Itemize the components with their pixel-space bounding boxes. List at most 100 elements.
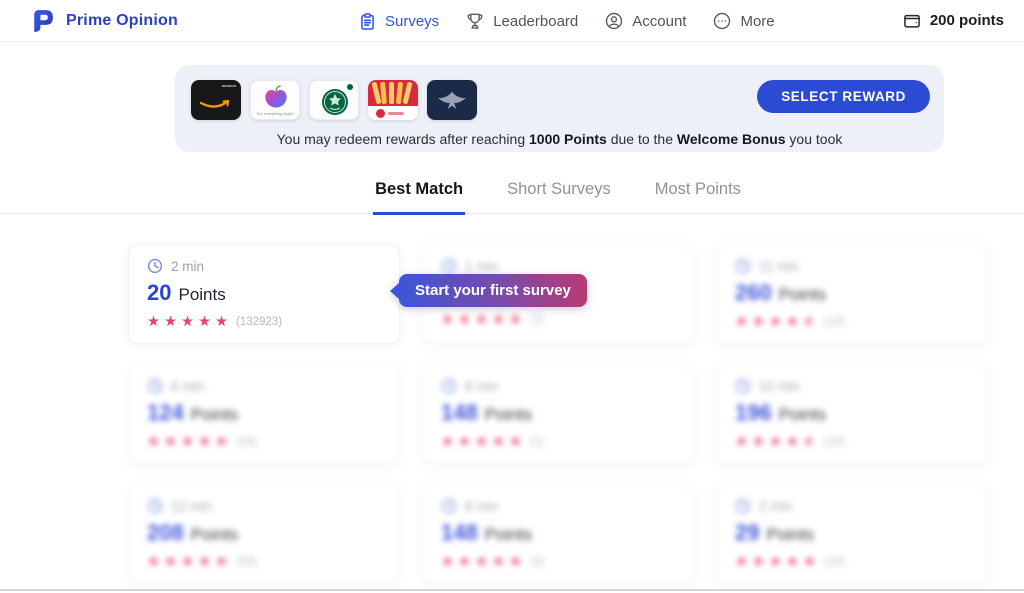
star-icon: ★ — [198, 314, 211, 330]
points-unit: Points — [485, 525, 532, 545]
reward-banner: amazon For everything Apple — [175, 65, 944, 152]
star-icon: ★ — [735, 554, 748, 570]
star-rating: ★★★★★ — [441, 553, 526, 571]
star-icon: ★ — [458, 434, 471, 450]
tab-most-points[interactable]: Most Points — [653, 174, 743, 213]
survey-card[interactable]: 10 min 196 Points ★★★★★ (16) — [716, 364, 988, 464]
survey-card[interactable]: 11 min 260 Points ★★★★★ (14) — [716, 244, 988, 344]
points-value: 148 — [441, 520, 478, 546]
points-unit: Points — [779, 405, 826, 425]
star-rating: ★★★★★ — [147, 433, 232, 451]
star-icon: ★ — [215, 554, 228, 570]
review-count: (16) — [236, 436, 256, 448]
nav-item-more[interactable]: More — [712, 11, 774, 31]
survey-card[interactable]: 8 min 148 Points ★★★★★ (3) — [422, 484, 694, 584]
nav-label: More — [740, 13, 774, 30]
star-icon: ★ — [509, 312, 522, 328]
time-label: 2 min — [759, 499, 792, 514]
nav-label: Surveys — [385, 13, 439, 30]
review-count: (1) — [530, 436, 544, 448]
survey-rating: ★★★★★ (14) — [735, 313, 969, 331]
redeem-points-threshold: 1000 Points — [529, 131, 607, 147]
points-widget[interactable]: 200 points — [902, 11, 1004, 31]
brand-name: Prime Opinion — [66, 12, 178, 30]
clock-icon — [735, 498, 751, 514]
review-count: (16) — [824, 556, 844, 568]
nav-item-surveys[interactable]: Surveys — [358, 12, 439, 31]
survey-card[interactable]: 2 min 29 Points ★★★★★ (16) — [716, 484, 988, 584]
starbucks-badge — [347, 84, 353, 90]
star-icon: ★ — [769, 554, 782, 570]
survey-points: 260 Points — [735, 280, 969, 306]
star-icon: ★ — [752, 314, 765, 330]
survey-card[interactable]: 12 min 208 Points ★★★★★ (33) — [128, 484, 400, 584]
time-label: 1 min — [465, 259, 498, 274]
survey-time: 8 min — [147, 378, 381, 394]
tooltip-text: Start your first survey — [399, 274, 587, 307]
wallet-icon — [902, 11, 922, 31]
apple-logo-icon — [251, 81, 300, 115]
survey-rating: ★★★★★ (16) — [147, 433, 381, 451]
review-count: (33) — [236, 556, 256, 568]
star-icon: ★ — [786, 314, 799, 330]
survey-card[interactable]: 8 min 124 Points ★★★★★ (16) — [128, 364, 400, 464]
star-icon: ★ — [147, 314, 160, 330]
nav-item-leaderboard[interactable]: Leaderboard — [465, 11, 578, 31]
main-nav: Surveys Leaderboard Account — [358, 0, 775, 42]
tooltip-arrow-icon — [390, 283, 399, 299]
survey-time: 1 min — [441, 258, 675, 274]
tab-bar: Best Match Short Surveys Most Points — [0, 174, 1024, 214]
review-count: (3) — [530, 314, 544, 326]
survey-rating: ★★★★★ (33) — [147, 553, 381, 571]
account-icon — [604, 11, 624, 31]
points-unit: Points — [178, 285, 225, 305]
survey-rating: ★★★★★ (16) — [735, 433, 969, 451]
fries-card-footer — [368, 106, 418, 120]
app-header: Prime Opinion Surveys Lea — [0, 0, 1024, 42]
points-balance-label: 200 points — [930, 12, 1004, 29]
starbucks-gift-card — [309, 80, 359, 120]
star-icon: ★ — [458, 312, 471, 328]
select-reward-button[interactable]: SELECT REWARD — [757, 80, 930, 113]
survey-points: 148 Points — [441, 400, 675, 426]
time-label: 8 min — [171, 379, 204, 394]
clock-icon — [441, 498, 457, 514]
survey-points: 29 Points — [735, 520, 969, 546]
star-icon: ★ — [752, 434, 765, 450]
time-label: 8 min — [465, 499, 498, 514]
clock-icon — [735, 258, 751, 274]
star-icon: ★ — [492, 434, 505, 450]
survey-time: 2 min — [147, 258, 381, 274]
nav-label: Account — [632, 13, 686, 30]
star-icon: ★ — [441, 434, 454, 450]
time-label: 12 min — [171, 499, 212, 514]
clock-icon — [441, 378, 457, 394]
star-icon: ★ — [475, 434, 488, 450]
survey-card[interactable]: 8 min 148 Points ★★★★★ (1) — [422, 364, 694, 464]
star-icon: ★ — [803, 315, 816, 330]
survey-card[interactable]: 2 min 20 Points ★★★★★ (132923) — [128, 244, 400, 344]
survey-rating: ★★★★★ (3) — [441, 311, 675, 329]
review-count: (16) — [824, 436, 844, 448]
star-icon: ★ — [181, 434, 194, 450]
tab-short-surveys[interactable]: Short Surveys — [505, 174, 613, 213]
star-icon: ★ — [181, 554, 194, 570]
fries-badge — [376, 109, 385, 118]
survey-rating: ★★★★★ (3) — [441, 553, 675, 571]
star-icon: ★ — [164, 314, 177, 330]
points-value: 148 — [441, 400, 478, 426]
survey-rating: ★★★★★ (16) — [735, 553, 969, 571]
tab-best-match[interactable]: Best Match — [373, 174, 465, 215]
star-icon: ★ — [769, 314, 782, 330]
points-value: 208 — [147, 520, 184, 546]
star-icon: ★ — [198, 434, 211, 450]
star-icon: ★ — [509, 434, 522, 450]
time-label: 8 min — [465, 379, 498, 394]
brand-logo[interactable]: Prime Opinion — [28, 7, 178, 35]
star-icon: ★ — [769, 434, 782, 450]
bottom-divider — [0, 589, 1024, 591]
star-icon: ★ — [475, 554, 488, 570]
star-icon: ★ — [147, 554, 160, 570]
nav-item-account[interactable]: Account — [604, 11, 686, 31]
points-unit: Points — [191, 405, 238, 425]
